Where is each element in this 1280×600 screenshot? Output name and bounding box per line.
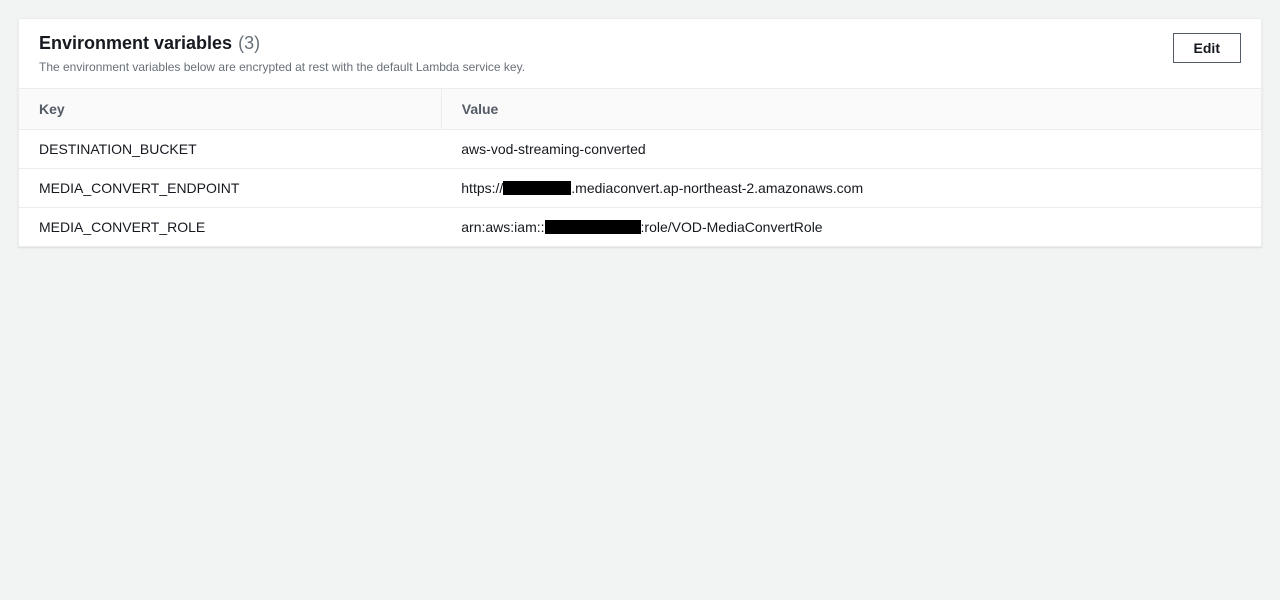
table-header-row: Key Value [19, 89, 1261, 130]
panel-count: (3) [238, 33, 260, 54]
value-pre: https:// [461, 180, 503, 196]
table-row: DESTINATION_BUCKET aws-vod-streaming-conv… [19, 130, 1261, 169]
edit-button[interactable]: Edit [1173, 33, 1241, 63]
panel-title-row: Environment variables (3) [39, 33, 525, 54]
cell-value: arn:aws:iam:::role/VOD-MediaConvertRole [441, 208, 1261, 247]
env-vars-table: Key Value DESTINATION_BUCKET aws-vod-stre… [19, 88, 1261, 246]
value-wrap: arn:aws:iam:::role/VOD-MediaConvertRole [461, 219, 822, 235]
col-value: Value [441, 89, 1261, 130]
cell-value: aws-vod-streaming-converted [441, 130, 1261, 169]
cell-value: https:// .mediaconvert.ap-northeast-2.ama… [441, 169, 1261, 208]
redacted-block [545, 220, 641, 234]
cell-key: DESTINATION_BUCKET [19, 130, 441, 169]
redacted-block [503, 181, 571, 195]
cell-key: MEDIA_CONVERT_ENDPOINT [19, 169, 441, 208]
table-row: MEDIA_CONVERT_ENDPOINT https:// .mediaconv… [19, 169, 1261, 208]
panel-title-block: Environment variables (3) The environmen… [39, 33, 525, 74]
table-row: MEDIA_CONVERT_ROLE arn:aws:iam:::role/VOD… [19, 208, 1261, 247]
env-vars-panel: Environment variables (3) The environmen… [18, 18, 1262, 247]
value-wrap: https:// .mediaconvert.ap-northeast-2.ama… [461, 180, 863, 196]
panel-header: Environment variables (3) The environmen… [19, 19, 1261, 88]
value-pre: aws-vod-streaming-converted [461, 141, 645, 157]
panel-subtitle: The environment variables below are encr… [39, 60, 525, 74]
value-wrap: aws-vod-streaming-converted [461, 141, 645, 157]
value-post: .mediaconvert.ap-northeast-2.amazonaws.c… [571, 180, 863, 196]
col-key: Key [19, 89, 441, 130]
value-post: :role/VOD-MediaConvertRole [641, 219, 823, 235]
value-pre: arn:aws:iam:: [461, 219, 544, 235]
panel-title: Environment variables [39, 33, 232, 54]
cell-key: MEDIA_CONVERT_ROLE [19, 208, 441, 247]
